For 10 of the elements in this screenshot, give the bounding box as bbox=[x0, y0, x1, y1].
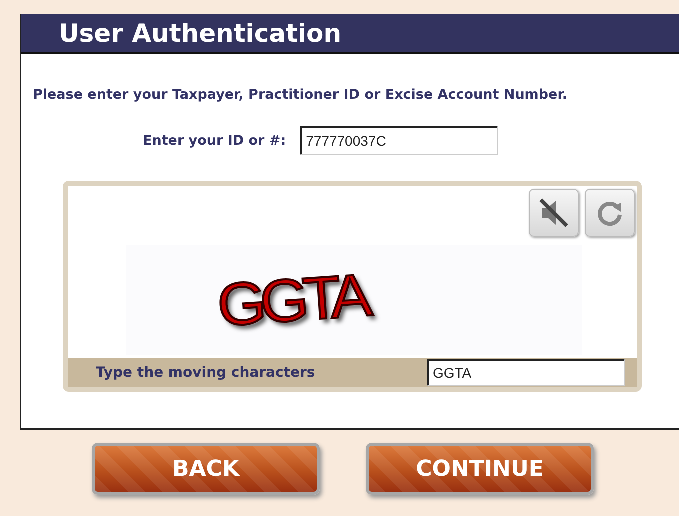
back-button[interactable]: BACK bbox=[92, 443, 320, 495]
audio-button[interactable] bbox=[529, 189, 579, 237]
instructions-text: Please enter your Taxpayer, Practitioner ID or Excise Account Number. bbox=[33, 86, 569, 105]
refresh-button[interactable] bbox=[585, 189, 635, 237]
page-title: User Authentication bbox=[59, 18, 342, 48]
captcha-prompt: Type the moving characters bbox=[96, 364, 316, 380]
id-label: Enter your ID or #: bbox=[143, 132, 286, 148]
captcha-input-field[interactable]: GGTA bbox=[427, 359, 625, 386]
id-input-field[interactable]: 777770037C bbox=[300, 126, 498, 155]
continue-button[interactable]: CONTINUE bbox=[366, 443, 594, 495]
